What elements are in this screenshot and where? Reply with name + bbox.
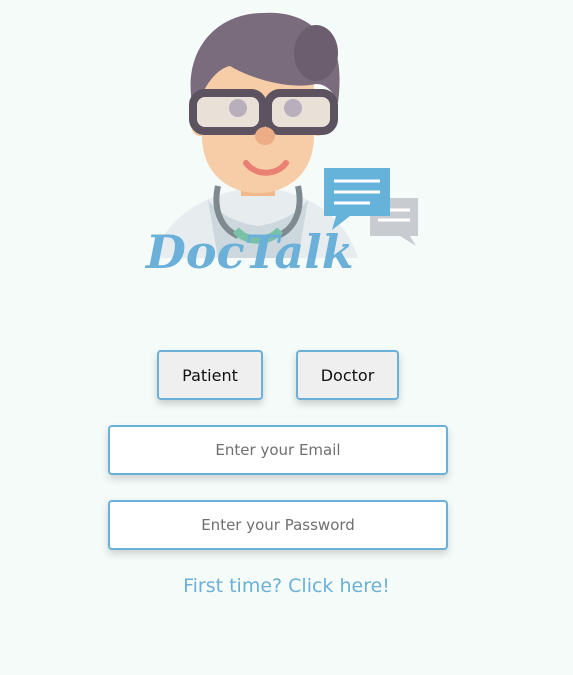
email-field[interactable]	[108, 425, 448, 475]
logo-text: DocTalk	[144, 225, 354, 279]
doctor-avatar-icon	[153, 12, 358, 258]
password-field[interactable]	[108, 500, 448, 550]
signup-link[interactable]: First time? Click here!	[0, 575, 573, 597]
doctalk-logo: DocTalk	[138, 8, 428, 280]
doctor-button[interactable]: Doctor	[296, 350, 399, 400]
patient-button[interactable]: Patient	[157, 350, 263, 400]
